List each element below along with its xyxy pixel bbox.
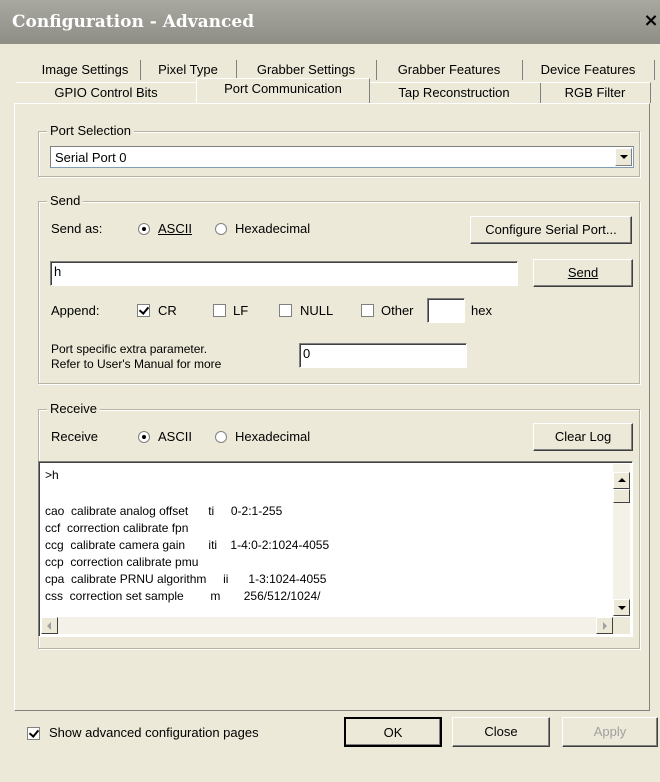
receive-hex-radio[interactable] <box>215 431 227 443</box>
send-ascii-radio[interactable] <box>138 223 150 235</box>
vertical-scrollbar[interactable] <box>613 464 630 616</box>
log-line: ccf correction calibrate fpn <box>45 521 189 535</box>
hex-suffix-label: hex <box>471 303 492 318</box>
scroll-up-icon[interactable] <box>613 472 630 489</box>
log-line: cao calibrate analog offset ti 0-2:1-255 <box>45 504 283 518</box>
scrollbar-corner <box>613 617 630 634</box>
close-icon[interactable]: × <box>640 10 660 32</box>
append-other-label: Other <box>381 303 414 318</box>
scroll-down-icon[interactable] <box>613 599 630 616</box>
tab-tap-reconstruction[interactable]: Tap Reconstruction <box>368 82 541 103</box>
extra-param-label-line1: Port specific extra parameter. <box>51 342 208 356</box>
append-label: Append: <box>51 303 100 318</box>
chevron-down-icon[interactable] <box>615 148 632 166</box>
append-cr-label: CR <box>158 303 177 318</box>
apply-button[interactable]: Apply <box>562 717 658 747</box>
extra-param-input[interactable]: 0 <box>299 343 467 368</box>
other-hex-input[interactable] <box>427 298 465 323</box>
ok-button[interactable]: OK <box>344 717 442 747</box>
tab-device-features[interactable]: Device Features <box>522 60 655 80</box>
append-cr-checkbox[interactable] <box>137 304 150 317</box>
receive-label: Receive <box>51 429 98 444</box>
log-line: css correction set sample m 256/512/1024… <box>45 589 321 603</box>
send-as-label: Send as: <box>51 221 103 236</box>
tab-image-settings[interactable]: Image Settings <box>30 60 141 80</box>
scroll-right-icon[interactable] <box>596 617 613 634</box>
window-title: Configuration - Advanced <box>12 12 255 32</box>
clear-log-button[interactable]: Clear Log <box>533 423 633 451</box>
tab-port-communication[interactable]: Port Communication <box>196 78 370 103</box>
send-ascii-label: ASCII <box>158 221 192 236</box>
horizontal-scrollbar[interactable] <box>41 617 613 634</box>
tab-strip: Image Settings Pixel Type Grabber Settin… <box>0 44 660 104</box>
port-select-value: Serial Port 0 <box>55 150 127 165</box>
scroll-thumb[interactable] <box>613 489 630 503</box>
show-advanced-checkbox[interactable] <box>27 727 40 740</box>
receive-log[interactable]: >h cao calibrate analog offset ti 0-2:1-… <box>38 461 633 637</box>
receive-ascii-radio[interactable] <box>138 431 150 443</box>
tab-grabber-features[interactable]: Grabber Features <box>376 60 523 80</box>
scroll-left-icon[interactable] <box>41 617 58 634</box>
port-selection-legend: Port Selection <box>47 123 134 138</box>
log-line: ccp correction calibrate pmu <box>45 555 199 569</box>
receive-hex-label: Hexadecimal <box>235 429 311 444</box>
extra-param-label-line2: Refer to User's Manual for more <box>51 357 222 371</box>
tab-grabber-settings[interactable]: Grabber Settings <box>236 60 377 80</box>
log-line: ccg calibrate camera gain iti 1-4:0-2:10… <box>45 538 330 552</box>
close-button[interactable]: Close <box>452 717 550 747</box>
send-legend: Send <box>47 193 84 208</box>
append-null-checkbox[interactable] <box>279 304 292 317</box>
tab-rgb-filter[interactable]: RGB Filter <box>540 82 651 103</box>
port-select[interactable]: Serial Port 0 <box>50 146 634 168</box>
append-lf-checkbox[interactable] <box>213 304 226 317</box>
tab-gpio-control-bits[interactable]: GPIO Control Bits <box>16 82 197 103</box>
append-other-checkbox[interactable] <box>361 304 374 317</box>
title-bar: Configuration - Advanced × <box>0 0 660 44</box>
log-line: >h <box>45 468 59 482</box>
tab-pixel-type[interactable]: Pixel Type <box>140 60 237 80</box>
show-advanced-label: Show advanced configuration pages <box>49 725 259 740</box>
configure-serial-port-button[interactable]: Configure Serial Port... <box>470 216 632 244</box>
send-hex-radio[interactable] <box>215 223 227 235</box>
receive-legend: Receive <box>47 401 100 416</box>
send-hex-label: Hexadecimal <box>235 221 311 236</box>
send-input[interactable]: h <box>50 261 518 286</box>
append-null-label: NULL <box>300 303 334 318</box>
append-lf-label: LF <box>233 303 249 318</box>
log-line: cpa calibrate PRNU algorithm ii 1-3:1024… <box>45 572 327 586</box>
send-button[interactable]: Send <box>533 259 633 287</box>
receive-ascii-label: ASCII <box>158 429 192 444</box>
